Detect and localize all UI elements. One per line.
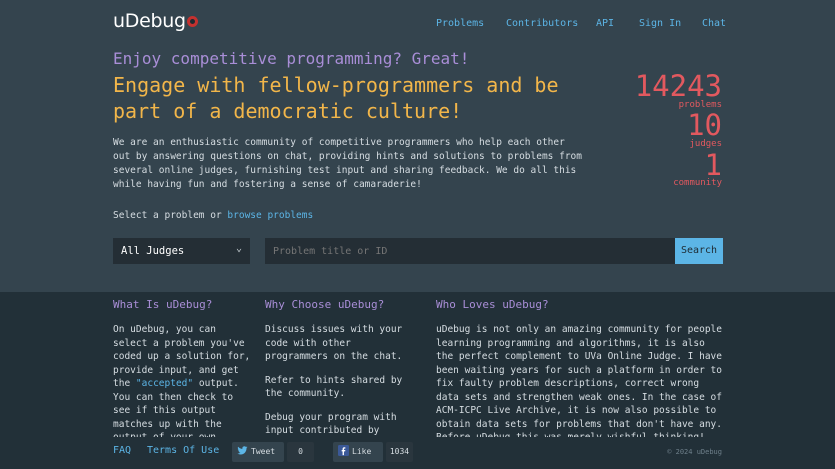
nav-problems[interactable]: Problems xyxy=(436,18,484,29)
tweet-button[interactable]: Tweet xyxy=(232,442,284,462)
why-choose-title: Why Choose uDebug? xyxy=(265,298,385,311)
tagline: Enjoy competitive programming? Great! xyxy=(113,49,470,68)
problem-search-input[interactable] xyxy=(265,238,675,264)
stat-problems-value: 14243 xyxy=(634,69,722,103)
why-choose-text: Discuss issues with your code with other… xyxy=(265,324,403,436)
select-prompt: Select a problem or xyxy=(113,210,222,221)
nav-api[interactable]: API xyxy=(596,18,614,29)
search-button[interactable]: Search xyxy=(675,238,723,264)
select-problem-line: Select a problem or browse problems xyxy=(113,210,313,221)
who-loves-title: Who Loves uDebug? xyxy=(436,298,549,311)
nav-chat[interactable]: Chat xyxy=(702,18,726,29)
headline: Engage with fellow-programmers and be pa… xyxy=(113,73,559,123)
stat-community-label: community xyxy=(673,178,722,188)
tweet-count: 0 xyxy=(287,442,314,462)
nav-contributors[interactable]: Contributors xyxy=(506,18,578,29)
chevron-down-icon: ⌄ xyxy=(235,243,242,254)
what-is-text: On uDebug, you can select a problem you'… xyxy=(113,324,251,437)
stat-community-value: 1 xyxy=(704,148,722,182)
like-count: 1034 xyxy=(386,442,413,462)
udebug-logo[interactable]: uDebug xyxy=(113,10,198,32)
nav-sign-in[interactable]: Sign In xyxy=(639,18,681,29)
tweet-label: Tweet xyxy=(251,447,276,456)
facebook-icon xyxy=(338,445,349,456)
stat-judges-value: 10 xyxy=(687,108,722,142)
bug-icon xyxy=(186,16,198,27)
terms-link[interactable]: Terms Of Use xyxy=(147,445,219,456)
what-is-title: What Is uDebug? xyxy=(113,298,213,311)
judge-select-value: All Judges xyxy=(121,245,185,257)
faq-link[interactable]: FAQ xyxy=(113,445,131,456)
twitter-icon xyxy=(237,446,248,455)
who-loves-text: uDebug is not only an amazing community … xyxy=(436,324,722,437)
like-label: Like xyxy=(352,447,372,456)
browse-problems-link[interactable]: browse problems xyxy=(227,210,313,221)
intro-text: We are an enthusiastic community of comp… xyxy=(113,137,582,190)
judge-select[interactable]: All Judges ⌄ xyxy=(113,238,250,264)
accepted-highlight: "accepted" xyxy=(135,378,194,389)
like-button[interactable]: Like xyxy=(333,442,383,462)
copyright: © 2024 uDebug xyxy=(667,448,722,456)
